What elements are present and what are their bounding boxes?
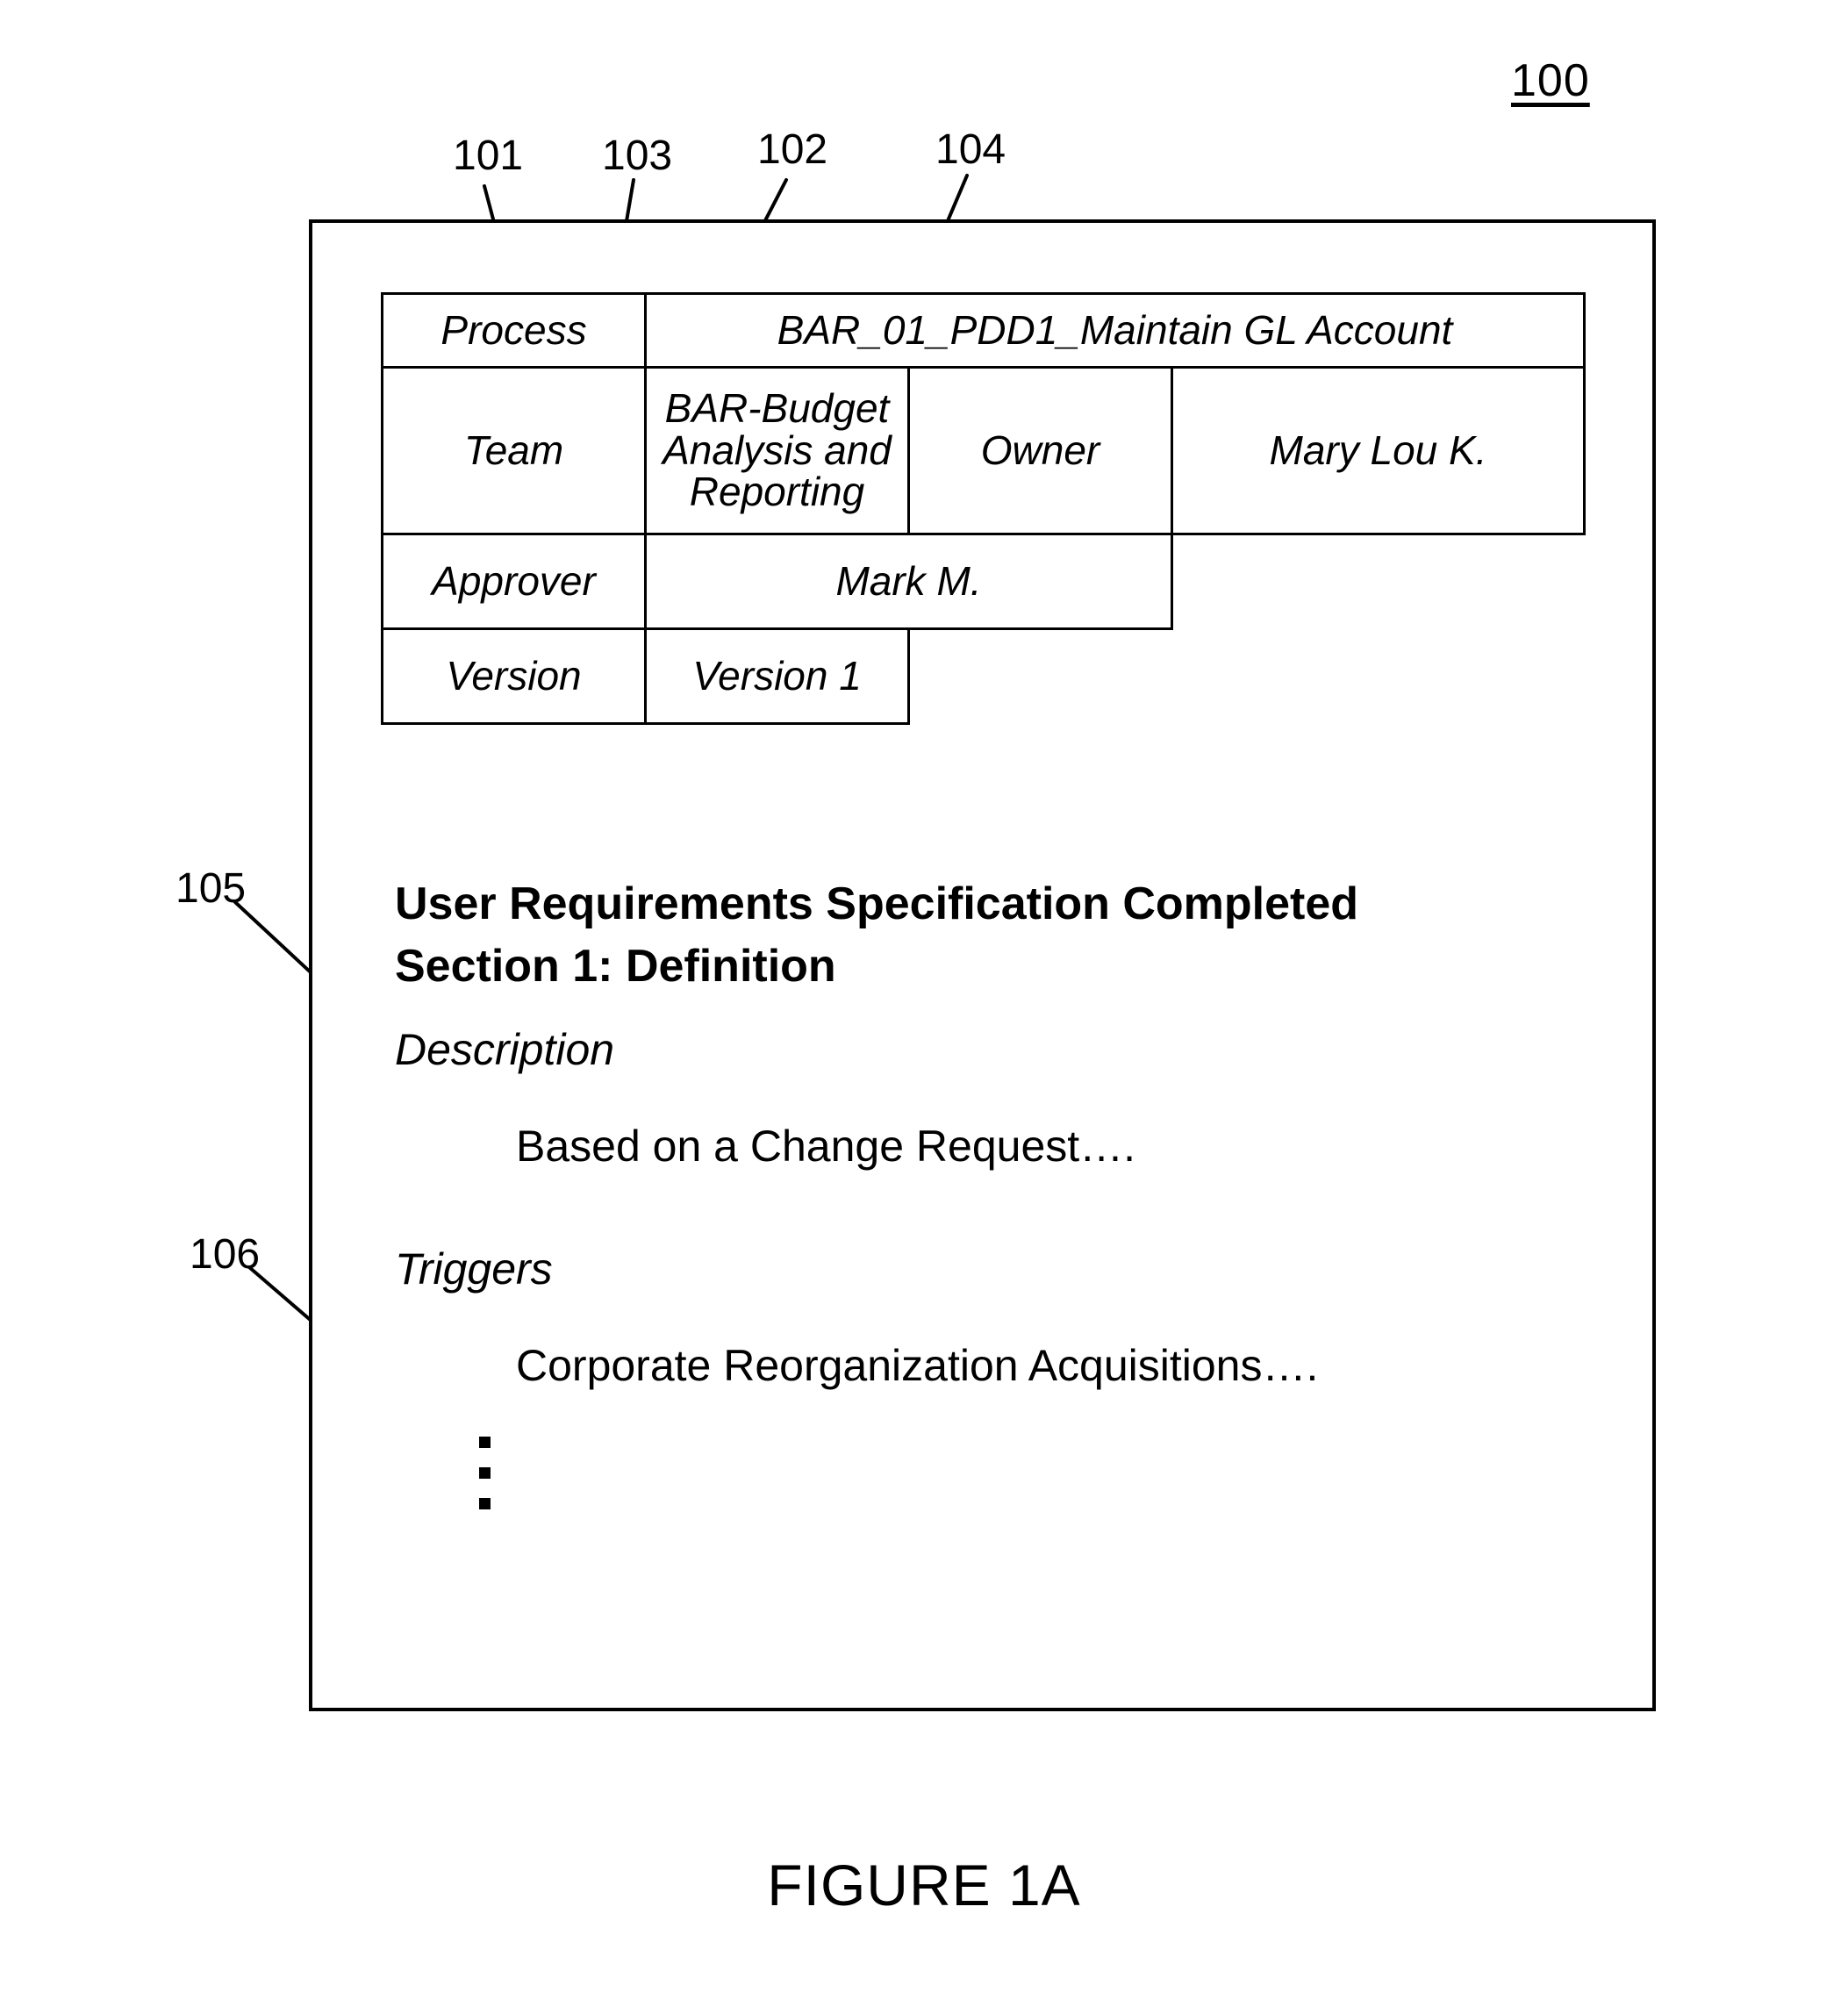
vertical-ellipsis-icon [479, 1436, 491, 1509]
document-heading: User Requirements Specification Complete… [395, 878, 1359, 929]
process-metadata-table: Process BAR_01_PDD1_Maintain GL Account … [381, 292, 1586, 725]
cell-version-value: Version 1 [644, 627, 910, 725]
figure-number-label: 100 [1511, 55, 1590, 106]
document-body: User Requirements Specification Complete… [395, 878, 1606, 1509]
reference-numeral-106: 106 [190, 1231, 261, 1278]
cell-version-empty-1 [909, 629, 1172, 724]
cell-team-label: Team [381, 366, 647, 535]
ellipsis-dot [479, 1436, 491, 1448]
table-row-approver: Approver Mark M. [381, 533, 1585, 630]
reference-numeral-103: 103 [602, 133, 673, 179]
reference-numeral-102: 102 [757, 126, 828, 173]
cell-owner-value: Mary Lou K. [1171, 366, 1586, 535]
description-label: Description [395, 1024, 615, 1074]
cell-process-label: Process [381, 292, 647, 369]
table-row-version: Version Version 1 [381, 627, 1585, 725]
triggers-text: Corporate Reorganization Acquisitions…. [516, 1340, 1319, 1390]
cell-version-label: Version [381, 627, 647, 725]
table-row-team: Team BAR-Budget Analysis and Reporting O… [381, 366, 1586, 535]
cell-approver-empty [1172, 534, 1585, 629]
reference-numeral-104: 104 [935, 126, 1006, 173]
description-text: Based on a Change Request…. [516, 1121, 1136, 1171]
ellipsis-dot [479, 1497, 491, 1509]
cell-process-value: BAR_01_PDD1_Maintain GL Account [644, 292, 1586, 369]
cell-approver-value: Mark M. [644, 533, 1173, 630]
ellipsis-dot [479, 1466, 491, 1479]
cell-owner-label: Owner [907, 366, 1173, 535]
cell-version-empty-2 [1172, 629, 1585, 724]
reference-numeral-101: 101 [453, 133, 524, 179]
reference-numeral-105: 105 [175, 865, 247, 912]
document-subheading: Section 1: Definition [395, 941, 836, 993]
table-row-process: Process BAR_01_PDD1_Maintain GL Account [381, 292, 1586, 369]
cell-approver-label: Approver [381, 533, 647, 630]
figure-caption: FIGURE 1A [767, 1853, 1081, 1917]
cell-team-value: BAR-Budget Analysis and Reporting [644, 366, 910, 535]
triggers-label: Triggers [395, 1244, 553, 1294]
